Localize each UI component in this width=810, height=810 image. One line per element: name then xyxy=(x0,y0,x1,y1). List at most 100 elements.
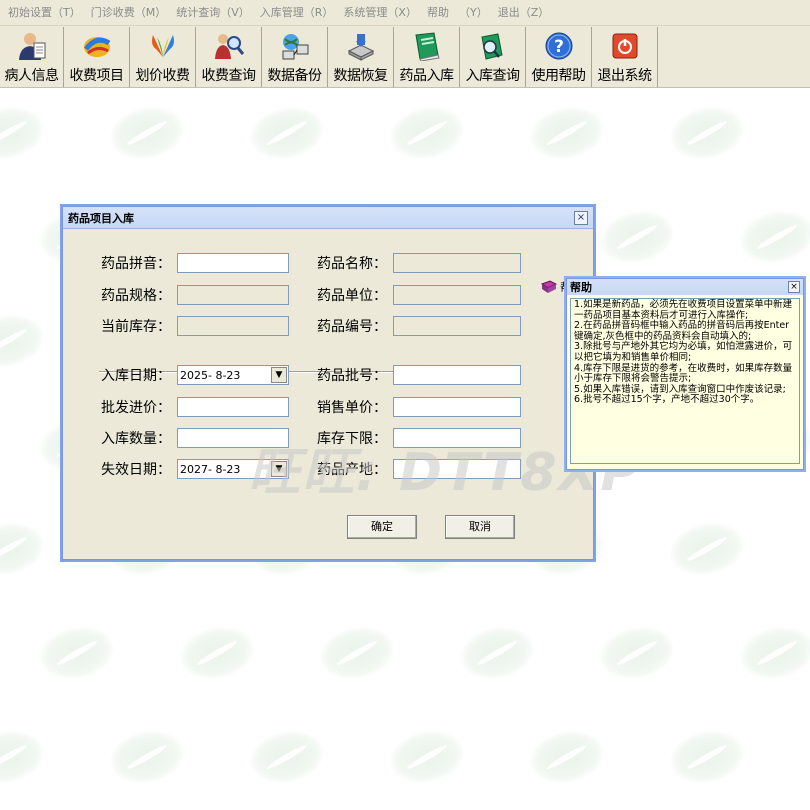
background-leaf xyxy=(665,100,749,166)
power-icon xyxy=(609,30,641,62)
background-leaf xyxy=(245,100,329,166)
fee-query-label: 收费查询 xyxy=(201,68,257,84)
svg-text:?: ? xyxy=(554,37,564,57)
fee-items-label: 收费项目 xyxy=(69,68,125,84)
wholesale-price-input[interactable] xyxy=(177,397,289,417)
background-leaf xyxy=(0,308,49,374)
data-restore-button[interactable]: 数据恢复 xyxy=(328,27,394,87)
dialog-close-button[interactable]: × xyxy=(574,210,588,225)
menu-outpatient-fees[interactable]: 门诊收费（M） xyxy=(86,0,172,26)
background-leaf xyxy=(105,100,189,166)
code-label: 药品编号： xyxy=(317,319,387,335)
user-help-label: 使用帮助 xyxy=(531,68,587,84)
stock-label: 当前库存： xyxy=(101,319,171,335)
background-leaf xyxy=(35,620,119,686)
wholesale-label: 批发进价： xyxy=(101,400,171,416)
unit-field xyxy=(393,285,521,305)
in-date-picker[interactable]: 2025- 8-23 ▼ xyxy=(177,365,289,385)
fee-items-icon xyxy=(81,30,113,62)
ok-button[interactable]: 确定 xyxy=(347,515,417,539)
code-field xyxy=(393,316,521,336)
help-popup-title-bar[interactable]: 帮助 × xyxy=(567,279,803,295)
user-help-button[interactable]: ? 使用帮助 xyxy=(526,27,592,87)
menu-exit[interactable]: 退出（Z） xyxy=(493,0,555,26)
qty-label: 入库数量： xyxy=(101,431,171,447)
help-book-icon xyxy=(540,280,558,294)
disk-restore-icon xyxy=(345,30,377,62)
search-person-icon xyxy=(213,30,245,62)
unit-label: 药品单位： xyxy=(317,288,387,304)
fee-query-button[interactable]: 收费查询 xyxy=(196,27,262,87)
drug-stock-in-dialog: 药品项目入库 × 药品拼音： 药品名称： 帮助 药品规格： 药品单位： 当前库存… xyxy=(62,206,594,560)
fee-items-button[interactable]: 收费项目 xyxy=(64,27,130,87)
retail-label: 销售单价： xyxy=(317,400,387,416)
help-line: 1.如果是新药品，必须先在收费项目设置菜单中新建一药品项目基本资料后才可进行入库… xyxy=(574,299,793,321)
pricing-charge-button[interactable]: 划价收费 xyxy=(130,27,196,87)
drug-stock-in-button[interactable]: 药品入库 xyxy=(394,27,460,87)
in-date-value: 2025- 8-23 xyxy=(180,368,241,382)
network-backup-icon xyxy=(279,30,311,62)
background-leaf xyxy=(0,724,49,790)
menu-stock-management[interactable]: 入库管理（R） xyxy=(255,0,339,26)
background-leaf xyxy=(385,724,469,790)
butterfly-icon xyxy=(147,30,179,62)
menu-statistics[interactable]: 统计查询（V） xyxy=(171,0,255,26)
background-leaf xyxy=(665,516,749,582)
expire-label: 失效日期： xyxy=(101,462,171,478)
help-popup-title: 帮助 xyxy=(570,281,592,294)
cancel-button[interactable]: 取消 xyxy=(445,515,515,539)
background-leaf xyxy=(735,204,810,270)
help-line: 6.批号不超过15个字，产地不超过30个字。 xyxy=(574,394,760,406)
name-label: 药品名称： xyxy=(317,256,387,272)
background-leaf xyxy=(595,620,679,686)
pinyin-input[interactable] xyxy=(177,253,289,273)
menu-init-settings[interactable]: 初始设置（T） xyxy=(3,0,86,26)
background-leaf xyxy=(0,516,49,582)
patient-info-button[interactable]: 病人信息 xyxy=(0,27,64,87)
background-leaf xyxy=(525,724,609,790)
green-book-icon xyxy=(411,30,443,62)
patient-info-label: 病人信息 xyxy=(4,68,60,84)
menu-help[interactable]: 帮助 xyxy=(422,0,454,26)
background-leaf xyxy=(0,100,49,166)
help-question-icon: ? xyxy=(543,30,575,62)
dialog-title-bar[interactable]: 药品项目入库 × xyxy=(63,207,593,229)
background-leaf xyxy=(525,100,609,166)
background-leaf xyxy=(315,620,399,686)
stock-query-label: 入库查询 xyxy=(465,68,521,84)
background-leaf xyxy=(455,620,539,686)
in-date-dropdown-icon[interactable]: ▼ xyxy=(271,367,287,383)
help-line: 3.除批号与产地外其它均为必填，如怕泄露进价，可以把它填为和销售单价相同; xyxy=(574,341,793,363)
menu-system-management[interactable]: 系统管理（X） xyxy=(338,0,422,26)
data-backup-button[interactable]: 数据备份 xyxy=(262,27,328,87)
toolbar: 病人信息 收费项目 划价收费 收费查询 数据备份 数据恢复 药品入库 入库查询 … xyxy=(0,26,810,88)
retail-price-input[interactable] xyxy=(393,397,521,417)
batch-input[interactable] xyxy=(393,365,521,385)
pinyin-label: 药品拼音： xyxy=(101,256,171,272)
book-search-icon xyxy=(477,30,509,62)
dialog-title: 药品项目入库 xyxy=(68,211,134,225)
dialog-body: 药品拼音： 药品名称： 帮助 药品规格： 药品单位： 当前库存： 药品编号： 入… xyxy=(63,229,593,559)
background-leaf xyxy=(735,620,810,686)
stock-query-button[interactable]: 入库查询 xyxy=(460,27,526,87)
help-line: 2.在药品拼音码框中输入药品的拼音码后再按Enter键确定,灰色框中的药品资料会… xyxy=(574,320,790,342)
menu-help-shortcut[interactable]: （Y） xyxy=(454,0,493,26)
drug-stock-in-label: 药品入库 xyxy=(399,68,455,84)
spec-field xyxy=(177,285,289,305)
exit-system-label: 退出系统 xyxy=(597,68,653,84)
help-popup-close-button[interactable]: × xyxy=(788,281,800,293)
background-leaf xyxy=(245,724,329,790)
batch-label: 药品批号： xyxy=(317,368,387,384)
background-leaf xyxy=(595,204,679,270)
stock-field xyxy=(177,316,289,336)
data-backup-label: 数据备份 xyxy=(267,68,323,84)
data-restore-label: 数据恢复 xyxy=(333,68,389,84)
background-leaf xyxy=(175,620,259,686)
pricing-charge-label: 划价收费 xyxy=(135,68,191,84)
background-leaf xyxy=(385,100,469,166)
exit-system-button[interactable]: 退出系统 xyxy=(592,27,658,87)
patient-icon xyxy=(16,30,48,62)
help-text-area[interactable]: 1.如果是新药品，必须先在收费项目设置菜单中新建一药品项目基本资料后才可进行入库… xyxy=(570,298,800,464)
in-date-label: 入库日期： xyxy=(101,368,171,384)
background-leaf xyxy=(105,724,189,790)
